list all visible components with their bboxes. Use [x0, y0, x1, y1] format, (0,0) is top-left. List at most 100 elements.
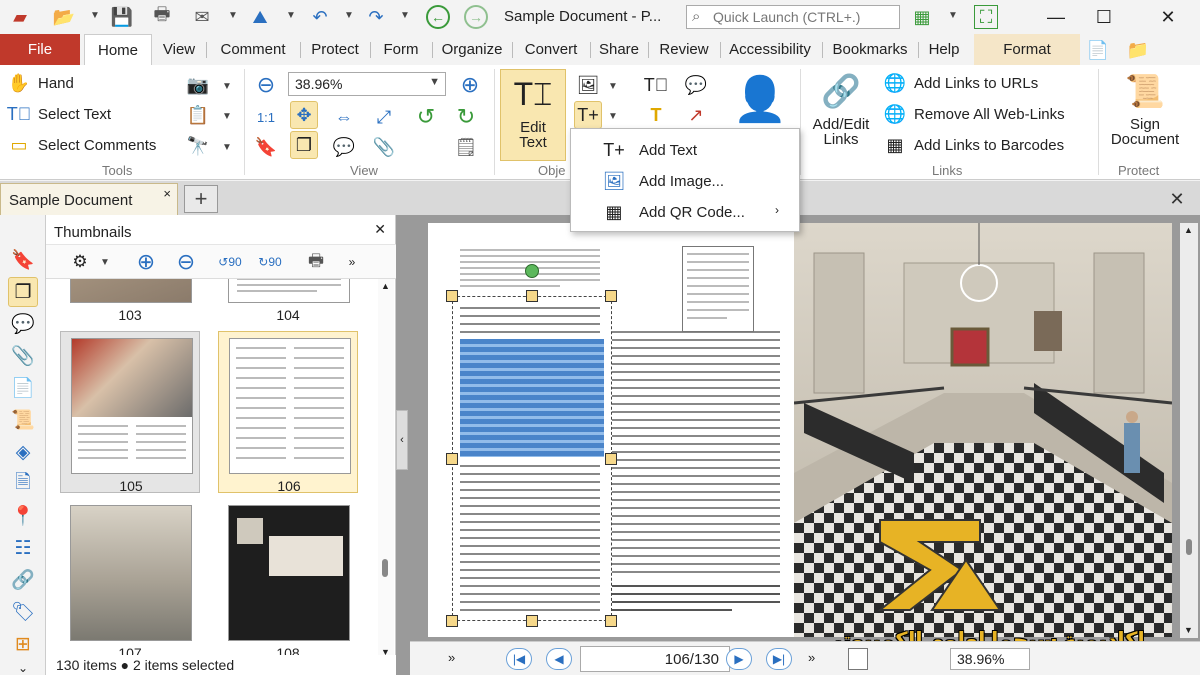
- scan-caret-icon[interactable]: ▼: [286, 10, 296, 21]
- new-tab-button[interactable]: +: [184, 185, 218, 213]
- find-caret-icon[interactable]: ▼: [222, 142, 232, 153]
- text-box-icon[interactable]: T: [642, 101, 670, 129]
- add-links-barcodes-button[interactable]: ▦ Add Links to Barcodes: [882, 132, 1064, 158]
- thumbnails-view-icon[interactable]: ❐: [290, 131, 318, 159]
- thumbnail-103[interactable]: 103: [60, 279, 200, 323]
- snapshot-caret-icon[interactable]: ▼: [222, 81, 232, 92]
- scroll-thumb[interactable]: [1186, 539, 1192, 555]
- tab-bookmarks[interactable]: Bookmarks: [824, 34, 916, 65]
- signatures-panel-icon[interactable]: 📜: [8, 405, 38, 435]
- print-pages-icon[interactable]: 🖶: [302, 249, 330, 275]
- scroll-thumb[interactable]: [382, 559, 388, 577]
- page-number-input[interactable]: 106 / 130: [580, 646, 730, 672]
- open-folder-icon[interactable]: 📂: [52, 5, 76, 29]
- tab-share[interactable]: Share: [594, 34, 644, 65]
- tab-protect[interactable]: Protect: [304, 34, 366, 65]
- fit-width-icon[interactable]: ⇔: [330, 103, 358, 131]
- select-text-button[interactable]: T⃞ Select Text: [6, 101, 111, 127]
- close-document-icon[interactable]: ✕: [1160, 185, 1194, 213]
- view-settings-icon[interactable]: 🗒: [452, 133, 480, 161]
- typewriter-icon[interactable]: T⃞: [642, 71, 670, 99]
- stamp-icon[interactable]: 👤: [722, 69, 798, 129]
- enlarge-thumbnails-icon[interactable]: ⊕: [132, 249, 160, 275]
- tab-organize[interactable]: Organize: [436, 34, 508, 65]
- edit-image-caret-icon[interactable]: ▼: [608, 81, 618, 92]
- thumbnail-106[interactable]: 106: [218, 331, 358, 494]
- thumbnail-105[interactable]: 105: [60, 331, 200, 494]
- scroll-up-icon[interactable]: ▲: [1184, 225, 1193, 235]
- add-links-urls-button[interactable]: 🌐 Add Links to URLs: [882, 70, 1038, 96]
- resize-handle-left[interactable]: [446, 453, 458, 465]
- zoom-out-icon[interactable]: ⊖: [252, 71, 280, 99]
- zoom-caret-icon[interactable]: ▼: [429, 76, 440, 88]
- tab-file[interactable]: File: [0, 34, 80, 65]
- doc-tab-sample[interactable]: Sample Document ×: [0, 183, 178, 215]
- layers-panel-icon[interactable]: ◈: [8, 437, 38, 467]
- zoom-in-icon[interactable]: ⊕: [456, 71, 484, 99]
- clipboard-icon[interactable]: 📋: [184, 101, 212, 129]
- add-object-caret-icon[interactable]: ▼: [608, 111, 618, 122]
- quick-launch-input[interactable]: ⌕ Quick Launch (CTRL+.): [686, 5, 900, 29]
- close-button[interactable]: ✕: [1148, 4, 1188, 30]
- rotate-left-90-icon[interactable]: ↺90: [216, 249, 244, 275]
- bookmark-icon[interactable]: 🔖: [252, 133, 280, 161]
- rotate-left-icon[interactable]: ↺: [412, 103, 440, 131]
- rotate-handle[interactable]: [525, 264, 539, 278]
- attachments-panel-icon[interactable]: 📎: [8, 341, 38, 371]
- links-panel-icon[interactable]: 🔗: [8, 565, 38, 595]
- doc-tab-close-icon[interactable]: ×: [163, 186, 171, 201]
- fit-visible-icon[interactable]: ⤢: [370, 103, 398, 131]
- scroll-up-icon[interactable]: ▲: [381, 281, 390, 291]
- back-icon[interactable]: ←: [426, 5, 450, 29]
- overflow-right-icon[interactable]: »: [808, 650, 815, 665]
- document-properties-icon[interactable]: 📄: [1086, 38, 1110, 62]
- destinations-panel-icon[interactable]: 📍: [8, 501, 38, 531]
- save-icon[interactable]: 💾: [110, 5, 134, 29]
- thumbnails-panel-icon[interactable]: ❐: [8, 277, 38, 307]
- sidebar-quote-box[interactable]: [682, 246, 754, 332]
- structure-panel-icon[interactable]: ☷: [8, 533, 38, 563]
- select-comments-button[interactable]: ▭ Select Comments: [6, 132, 156, 158]
- rotate-right-icon[interactable]: ↻: [452, 103, 480, 131]
- note-icon[interactable]: 💬: [682, 71, 710, 99]
- page-panel-icon[interactable]: 📄: [8, 373, 38, 403]
- redo-icon[interactable]: ↷: [364, 5, 388, 29]
- document-scrollbar[interactable]: ▲ ▼: [1180, 223, 1198, 638]
- fit-page-icon[interactable]: ✥: [290, 101, 318, 129]
- resize-handle-top[interactable]: [526, 290, 538, 302]
- thumbnails-scrollbar[interactable]: ▲ ▼: [378, 279, 394, 659]
- hand-tool-button[interactable]: ✋ Hand: [6, 70, 74, 96]
- tab-format[interactable]: Format: [974, 34, 1080, 65]
- comments-view-icon[interactable]: 💬: [330, 133, 358, 161]
- scan-icon[interactable]: ⛰: [248, 5, 272, 29]
- last-page-button[interactable]: ▶|: [766, 648, 792, 670]
- thumbnail-settings-icon[interactable]: ⚙: [66, 249, 94, 275]
- resize-handle-bottom[interactable]: [526, 615, 538, 627]
- open-caret-icon[interactable]: ▼: [90, 10, 100, 21]
- tab-view[interactable]: View: [156, 34, 202, 65]
- menu-item-add-text[interactable]: T+ Add Text: [571, 135, 799, 165]
- close-panel-icon[interactable]: ✕: [374, 221, 386, 238]
- undo-caret-icon[interactable]: ▼: [344, 10, 354, 21]
- resize-handle-right[interactable]: [605, 453, 617, 465]
- zoom-status-input[interactable]: 38.96%: [950, 648, 1030, 670]
- tab-comment[interactable]: Comment: [210, 34, 296, 65]
- snapshot-icon[interactable]: 📷: [184, 71, 212, 99]
- single-page-icon[interactable]: [848, 648, 868, 670]
- minimize-button[interactable]: —: [1036, 4, 1076, 30]
- zoom-input[interactable]: 38.96% ▼: [288, 72, 446, 96]
- more-panels-icon[interactable]: ⌄: [8, 653, 38, 675]
- tab-form[interactable]: Form: [374, 34, 428, 65]
- tab-review[interactable]: Review: [652, 34, 716, 65]
- text-box-selection[interactable]: [452, 296, 612, 621]
- undo-icon[interactable]: ↶: [308, 5, 332, 29]
- forward-icon[interactable]: →: [464, 5, 488, 29]
- tags-panel-icon[interactable]: 🏷: [8, 597, 38, 627]
- maximize-button[interactable]: ☐: [1084, 4, 1124, 30]
- resize-handle-top-right[interactable]: [605, 290, 617, 302]
- resize-handle-bottom-right[interactable]: [605, 615, 617, 627]
- next-page-button[interactable]: ▶: [726, 648, 752, 670]
- bookmarks-panel-icon[interactable]: 🔖: [8, 245, 38, 275]
- edit-image-icon[interactable]: 🖼: [574, 71, 602, 99]
- reduce-thumbnails-icon[interactable]: ⊖: [172, 249, 200, 275]
